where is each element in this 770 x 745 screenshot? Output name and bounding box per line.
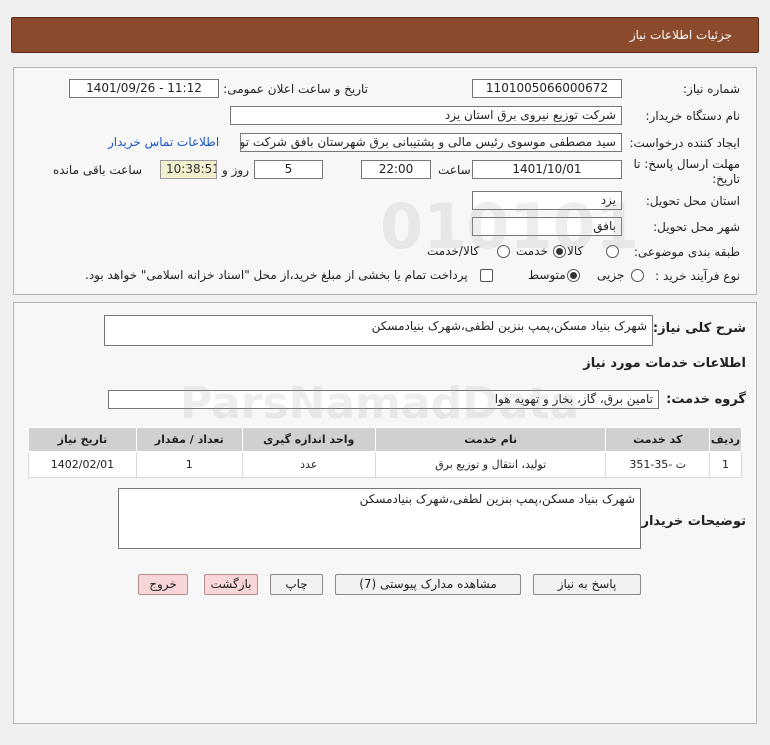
- time-label: ساعت: [438, 163, 471, 177]
- cell-quantity: 1: [135, 451, 243, 478]
- category-radio-service[interactable]: [553, 245, 566, 258]
- payment-note: پرداخت تمام یا بخشی از مبلغ خرید،از محل …: [85, 268, 468, 282]
- services-table-wrap: ردیف کد خدمت نام خدمت واحد اندازه گیری ت…: [28, 427, 742, 478]
- need-number-field[interactable]: 1101005066000672: [472, 79, 622, 98]
- col-row: ردیف: [709, 427, 742, 452]
- category-option-goods-service: کالا/خدمت: [427, 244, 480, 258]
- service-group-field[interactable]: تامین برق، گاز، بخار و تهویه هوا: [108, 390, 659, 409]
- col-need-date: تاریخ نیاز: [28, 427, 137, 452]
- category-option-goods: کالا: [567, 244, 584, 258]
- col-unit: واحد اندازه گیری: [241, 427, 376, 452]
- buyer-org-field[interactable]: شرکت توزیع نیروی برق استان یزد: [230, 106, 622, 125]
- reply-button[interactable]: پاسخ به نیاز: [533, 574, 641, 595]
- service-group-label: گروه خدمت:: [666, 392, 746, 407]
- process-radio-medium[interactable]: [567, 269, 580, 282]
- cell-service-code: ت -35-351: [605, 451, 711, 478]
- buyer-notes-label: توضیحات خریدار:: [636, 514, 746, 529]
- description-label: شرح کلی نیاز:: [652, 321, 746, 336]
- remaining-time-field: 10:38:51: [160, 160, 217, 179]
- province-field[interactable]: یزد: [472, 191, 622, 210]
- city-label: شهر محل تحویل:: [653, 220, 740, 234]
- cell-unit: عدد: [241, 451, 376, 478]
- category-radio-goods-service[interactable]: [497, 245, 510, 258]
- info-panel: [13, 67, 757, 295]
- cell-service-name: تولید، انتقال و توزیع برق: [374, 451, 607, 478]
- process-radio-minor[interactable]: [631, 269, 644, 282]
- province-label: استان محل تحویل:: [645, 194, 740, 208]
- process-label: نوع فرآیند خرید :: [655, 269, 740, 283]
- cell-row: 1: [709, 451, 742, 478]
- print-button[interactable]: چاپ: [270, 574, 323, 595]
- remaining-label: ساعت باقی مانده: [53, 163, 143, 177]
- process-option-minor: جزیی: [597, 268, 625, 282]
- description-field[interactable]: شهرک بنیاد مسکن،پمپ بنزین لطفی،شهرک بنیا…: [104, 315, 653, 346]
- buyer-notes-field[interactable]: شهرک بنیاد مسکن،پمپ بنزین لطفی،شهرک بنیا…: [118, 488, 641, 549]
- col-service-code: کد خدمت: [605, 427, 711, 452]
- announce-label: تاریخ و ساعت اعلان عمومی:: [223, 82, 368, 96]
- buyer-contact-link[interactable]: اطلاعات تماس خریدار: [108, 135, 219, 149]
- deadline-label-date: تاریخ:: [712, 172, 740, 186]
- back-button[interactable]: بازگشت: [204, 574, 258, 595]
- col-quantity: تعداد / مقدار: [135, 427, 243, 452]
- days-label: روز و: [222, 163, 249, 177]
- col-service-name: نام خدمت: [374, 427, 607, 452]
- process-option-medium: متوسط: [528, 268, 566, 282]
- page-header: جزئیات اطلاعات نیاز: [11, 17, 759, 53]
- category-label: طبقه بندی موضوعی:: [633, 245, 740, 259]
- announce-datetime-field[interactable]: 1401/09/26 - 11:12: [69, 79, 219, 98]
- category-radio-goods[interactable]: [606, 245, 619, 258]
- treasury-checkbox[interactable]: [480, 269, 493, 282]
- buyer-org-label: نام دستگاه خریدار:: [645, 109, 741, 123]
- page-title: جزئیات اطلاعات نیاز: [629, 28, 732, 42]
- need-number-label: شماره نیاز:: [683, 82, 740, 96]
- city-field[interactable]: بافق: [472, 217, 622, 236]
- services-section-title: اطلاعات خدمات مورد نیاز: [583, 356, 746, 371]
- table-row[interactable]: 1 ت -35-351 تولید، انتقال و توزیع برق عد…: [28, 451, 742, 478]
- requester-label: ایجاد کننده درخواست:: [629, 136, 740, 150]
- days-field[interactable]: 5: [254, 160, 323, 179]
- attachments-button[interactable]: مشاهده مدارک پیوستی (7): [335, 574, 521, 595]
- exit-button[interactable]: خروج: [138, 574, 188, 595]
- deadline-time-field[interactable]: 22:00: [361, 160, 431, 179]
- requester-field[interactable]: سید مصطفی موسوی رئیس مالی و پشتیبانی برق…: [240, 133, 622, 152]
- deadline-date-field[interactable]: 1401/10/01: [472, 160, 622, 179]
- category-option-service: خدمت: [516, 244, 548, 258]
- cell-need-date: 1402/02/01: [28, 451, 137, 478]
- deadline-label: مهلت ارسال پاسخ: تا: [633, 157, 740, 171]
- services-table: ردیف کد خدمت نام خدمت واحد اندازه گیری ت…: [28, 427, 742, 478]
